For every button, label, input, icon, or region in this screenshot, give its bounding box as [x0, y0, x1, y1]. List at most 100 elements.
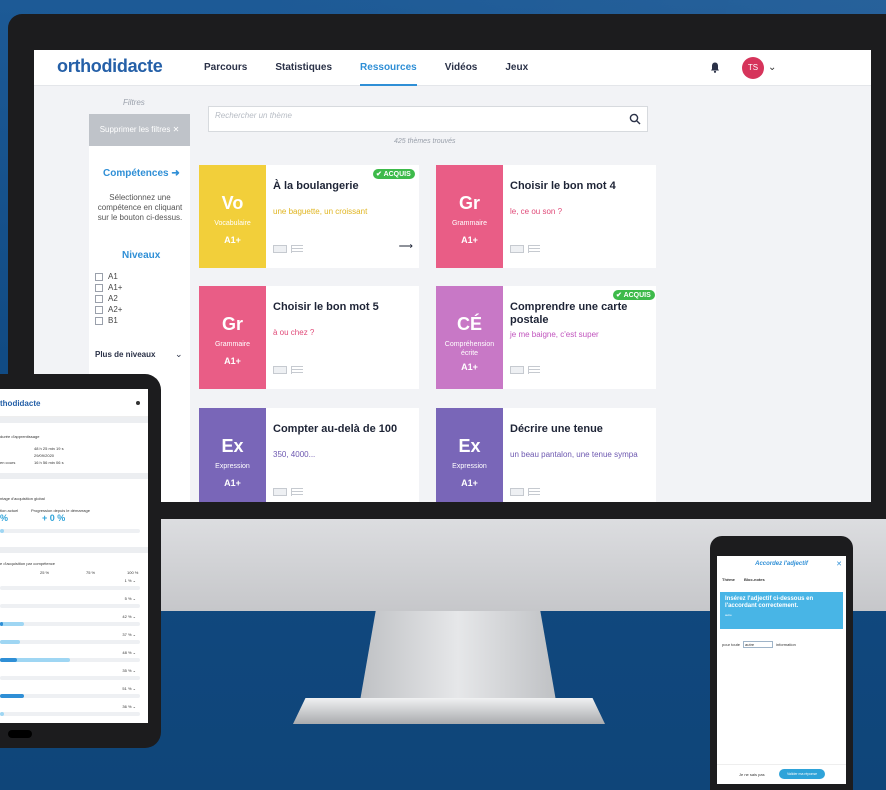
card-subtitle: une baguette, un croissant [273, 207, 368, 216]
level-checkbox-a2[interactable]: A2 [95, 293, 122, 304]
card-badge: Vo Vocabulaire A1+ [199, 165, 266, 268]
skill-percent: 42 % ⌄ [122, 614, 136, 619]
exercise-icon [510, 488, 524, 496]
skill-percent: 48 % ⌄ [122, 650, 136, 655]
answer-input[interactable]: autre [743, 641, 774, 648]
card-title: Compter au-delà de 100 [273, 423, 398, 435]
skip-button[interactable]: Je ne sais pas [739, 772, 765, 777]
nav-links: Parcours Statistiques Ressources Vidéos … [204, 50, 556, 86]
exercise-icon [273, 245, 287, 253]
skill-percent: 36 % ⌄ [122, 704, 136, 709]
bell-icon[interactable] [136, 401, 140, 405]
competences-button[interactable]: Compétences ➜ [103, 168, 180, 179]
acquis-badge: ✔ ACQUIS [613, 290, 655, 300]
skill-row[interactable]: 35 % ⌄ [0, 667, 140, 685]
theme-card[interactable]: Vo Vocabulaire A1+ ✔ ACQUIS À la boulang… [199, 165, 419, 268]
phone-footer: Je ne sais pas Valider ma réponse [717, 764, 846, 784]
card-level: A1+ [461, 478, 478, 488]
avatar[interactable]: TS [742, 57, 764, 79]
checkbox-icon[interactable] [95, 272, 103, 281]
skill-row[interactable]: 1 % ⌄ [0, 577, 140, 595]
theme-card[interactable]: CÉ Compréhension écrite A1+ ✔ ACQUIS Com… [436, 286, 656, 389]
skill-row[interactable]: 48 % ⌄ [0, 649, 140, 667]
level-checkbox-a1[interactable]: A1 [95, 271, 122, 282]
phone-screen: Accordez l'adjectif ✕ Thème Bloc-notes I… [717, 556, 846, 784]
target-word: autre [725, 613, 732, 617]
monitor-base [293, 698, 605, 724]
card-title: À la boulangerie [273, 180, 359, 192]
search-input[interactable]: Rechercher un thème [208, 106, 648, 132]
card-abbr: CÉ [456, 314, 482, 334]
card-badge: CÉ Compréhension écrite A1+ [436, 286, 503, 389]
lesson-icon [291, 366, 303, 374]
checkbox-icon[interactable] [95, 294, 103, 303]
levels-title: Niveaux [122, 250, 161, 261]
checkbox-icon[interactable] [95, 283, 103, 292]
skill-row[interactable]: 37 % ⌄ [0, 631, 140, 649]
tab-notes[interactable]: Bloc-notes [744, 577, 765, 582]
chevron-down-icon[interactable]: ⌄ [768, 62, 776, 73]
level-checkbox-b1[interactable]: B1 [95, 315, 122, 326]
nav-videos[interactable]: Vidéos [445, 50, 478, 86]
checkbox-icon[interactable] [95, 316, 103, 325]
card-level: A1+ [461, 362, 478, 372]
phone-frame: Accordez l'adjectif ✕ Thème Bloc-notes I… [710, 536, 853, 790]
lesson-icon [528, 245, 540, 253]
theme-card[interactable]: Gr Grammaire A1+ Choisir le bon mot 5 à … [199, 286, 419, 389]
logo[interactable]: thodidacte [0, 399, 40, 408]
clear-filters-button[interactable]: Supprimer les filtres ✕ [89, 114, 190, 146]
card-badge: Ex Expression A1+ [199, 408, 266, 502]
tab-theme[interactable]: Thème [722, 577, 735, 582]
search-icon[interactable] [629, 113, 641, 125]
close-icon[interactable]: ✕ [836, 560, 842, 568]
exercise-icon [510, 366, 524, 374]
instruction-box: Insérez l'adjectif ci-dessous en l'accor… [720, 592, 843, 629]
duration-total: 48 h 25 min 19 s [34, 446, 64, 451]
level-checkbox-a2plus[interactable]: A2+ [95, 304, 122, 315]
top-navbar: orthodidacte Parcours Statistiques Resso… [34, 50, 871, 86]
skill-row[interactable]: 36 % ⌄ [0, 703, 140, 721]
card-abbr: Gr [221, 314, 243, 334]
close-icon: ✕ [172, 125, 180, 134]
card-badge: Ex Expression A1+ [436, 408, 503, 502]
skill-row[interactable]: 51 % ⌄ [0, 685, 140, 703]
monitor-stand [360, 611, 556, 701]
filters-label: Filtres [123, 98, 145, 107]
card-abbr: Ex [221, 436, 244, 456]
card-domain: Expression [215, 463, 250, 470]
skill-percent: 35 % ⌄ [122, 668, 136, 673]
skill-row[interactable]: 5 % ⌄ [0, 595, 140, 613]
card-thumbnails [273, 488, 303, 496]
checkbox-icon[interactable] [95, 305, 103, 314]
skill-percent: 1 % ⌄ [124, 578, 136, 583]
theme-card[interactable]: Ex Expression A1+ Compter au-delà de 100… [199, 408, 419, 502]
global-title: ntage d'acquisition global [0, 496, 45, 501]
home-button[interactable] [8, 730, 32, 738]
card-thumbnails [273, 245, 303, 253]
bell-icon[interactable] [710, 62, 720, 73]
exercise-icon [273, 488, 287, 496]
nav-statistiques[interactable]: Statistiques [275, 50, 332, 86]
card-subtitle: le, ce ou son ? [510, 207, 563, 216]
arrow-right-icon: ➜ [171, 168, 180, 179]
duration-title: durée d'apprentissage [0, 434, 40, 439]
arrow-right-icon[interactable]: ⟶ [399, 241, 413, 252]
chevron-down-icon[interactable]: ⌄ [175, 349, 183, 360]
tablet-screen: thodidacte durée d'apprentissage 48 h 25… [0, 389, 148, 723]
card-level: A1+ [224, 478, 241, 488]
card-domain: Compréhension écrite [444, 341, 495, 357]
card-thumbnails [510, 366, 540, 374]
nav-ressources[interactable]: Ressources [360, 50, 417, 86]
results-count: 425 thèmes trouvés [394, 138, 456, 145]
validate-button[interactable]: Valider ma réponse [779, 769, 825, 779]
card-abbr: Gr [458, 193, 480, 213]
theme-card[interactable]: Ex Expression A1+ Décrire une tenue un b… [436, 408, 656, 502]
logo[interactable]: orthodidacte [57, 56, 163, 77]
skill-row[interactable]: 42 % ⌄ [0, 613, 140, 631]
theme-card[interactable]: Gr Grammaire A1+ Choisir le bon mot 4 le… [436, 165, 656, 268]
more-levels-button[interactable]: Plus de niveaux [95, 350, 155, 359]
level-checkbox-a1plus[interactable]: A1+ [95, 282, 122, 293]
card-level: A1+ [224, 356, 241, 366]
nav-jeux[interactable]: Jeux [505, 50, 528, 86]
nav-parcours[interactable]: Parcours [204, 50, 247, 86]
